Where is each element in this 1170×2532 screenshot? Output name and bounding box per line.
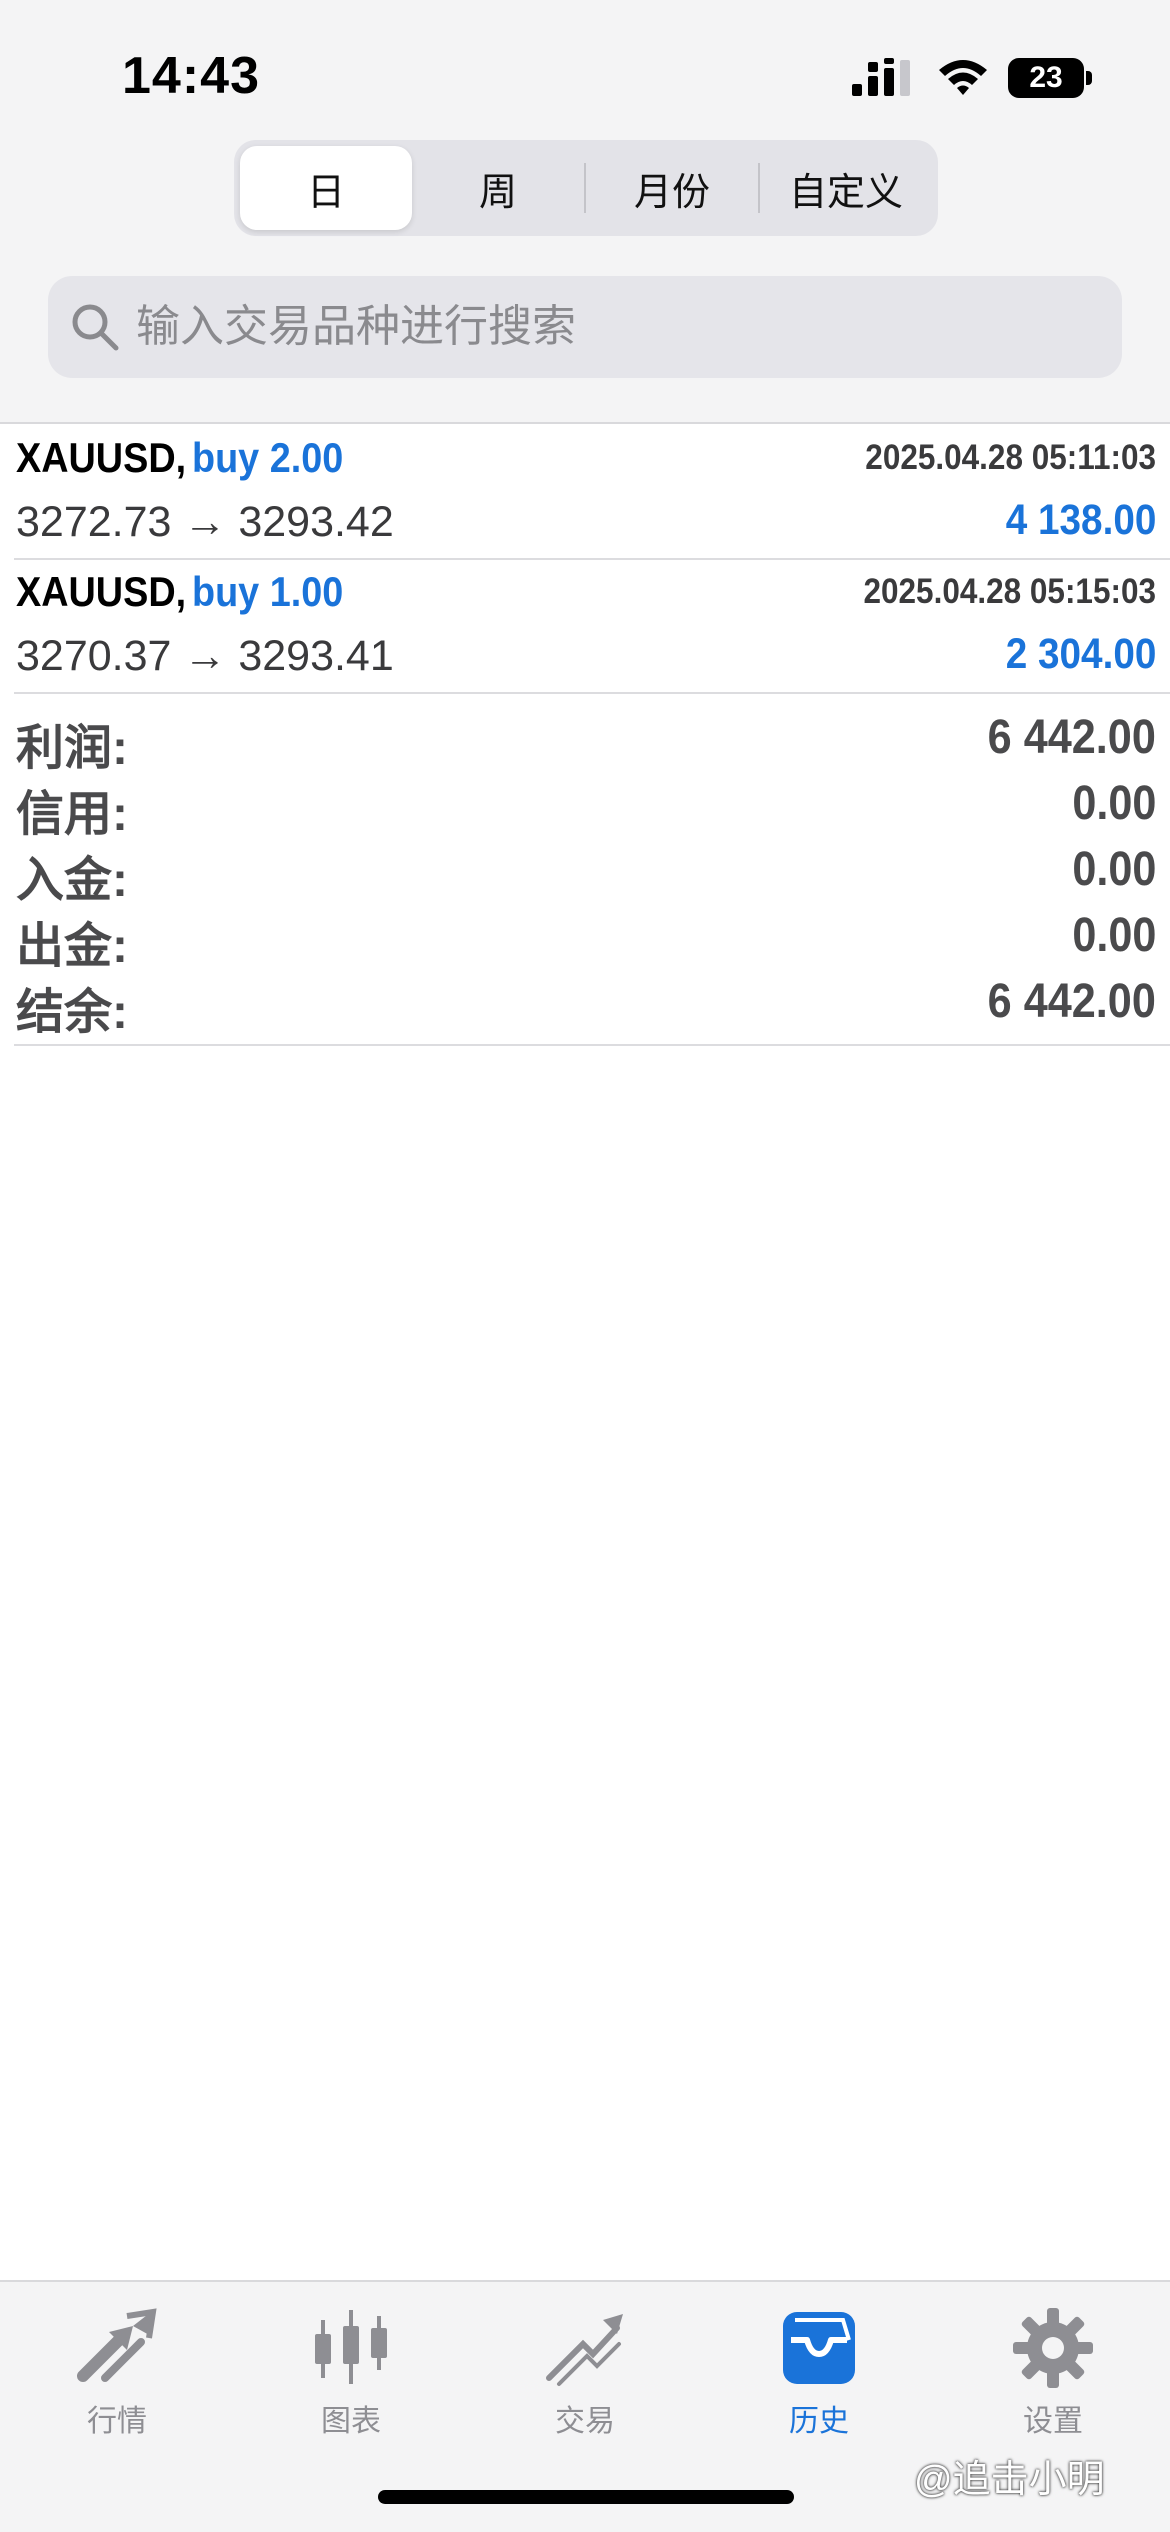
summary-label: 利润: <box>16 722 128 775</box>
period-tab-custom[interactable]: 自定义 <box>760 146 932 230</box>
tab-charts[interactable]: 图表 <box>234 2306 468 2446</box>
tab-label: 设置 <box>1023 2405 1083 2438</box>
tab-history[interactable]: 历史 <box>702 2306 936 2446</box>
summary-row-withdrawal: 出金: 0.00 <box>14 902 1170 973</box>
period-tab-month[interactable]: 月份 <box>586 146 758 230</box>
top-area: 14:43 23 日 周 月份 自定义 <box>0 0 1170 424</box>
deal-prices: 3270.37 → 3293.41 <box>16 632 394 680</box>
summary-row-credit: 信用: 0.00 <box>14 770 1170 841</box>
battery-indicator: 23 <box>1008 58 1092 98</box>
period-tab-day[interactable]: 日 <box>240 146 412 230</box>
home-indicator <box>378 2490 794 2504</box>
summary-label: 出金: <box>16 920 128 973</box>
summary-label: 入金: <box>16 854 128 907</box>
battery-cap <box>1086 71 1092 85</box>
search-input[interactable] <box>136 302 1036 352</box>
wifi-icon <box>939 60 987 95</box>
tab-quotes[interactable]: 行情 <box>0 2306 234 2446</box>
deal-row[interactable]: XAUUSD, buy 2.00 2025.04.28 05:11:03 327… <box>14 426 1170 560</box>
deal-time: 2025.04.28 05:15:03 <box>863 572 1157 611</box>
candlestick-chart-icon <box>315 2310 387 2384</box>
summary-value: 0.00 <box>1071 909 1156 962</box>
tab-label: 历史 <box>789 2405 849 2438</box>
period-tab-week[interactable]: 周 <box>412 146 584 230</box>
deal-profit: 4 138.00 <box>1005 496 1156 544</box>
search-icon <box>72 304 119 351</box>
status-bar: 14:43 23 <box>0 0 1170 140</box>
deal-prices: 3272.73 → 3293.42 <box>16 498 394 546</box>
deal-symbol: XAUUSD, <box>16 568 187 615</box>
search-bar[interactable] <box>48 276 1122 378</box>
summary-row-profit: 利润: 6 442.00 <box>14 704 1170 775</box>
tab-label: 交易 <box>555 2405 615 2438</box>
tab-settings[interactable]: 设置 <box>936 2306 1170 2446</box>
summary-value: 6 442.00 <box>987 711 1156 764</box>
battery-level: 23 <box>1008 58 1084 98</box>
summary-label: 信用: <box>16 788 128 841</box>
summary-row-deposit: 入金: 0.00 <box>14 836 1170 907</box>
history-inbox-icon <box>783 2312 855 2384</box>
quotes-arrows-icon <box>77 2308 157 2382</box>
deal-row[interactable]: XAUUSD, buy 1.00 2025.04.28 05:15:03 327… <box>14 560 1170 694</box>
tab-trade[interactable]: 交易 <box>468 2306 702 2446</box>
period-segmented-control: 日 周 月份 自定义 <box>234 140 938 236</box>
tab-label: 图表 <box>321 2405 381 2438</box>
cellular-signal-icon <box>852 58 910 96</box>
deal-action: buy 1.00 <box>192 568 344 615</box>
gear-icon <box>1013 2308 1093 2388</box>
summary-label: 结余: <box>16 986 128 1039</box>
summary-value: 0.00 <box>1071 843 1156 896</box>
deal-profit: 2 304.00 <box>1005 630 1156 678</box>
deal-action: buy 2.00 <box>192 434 344 481</box>
summary-value: 6 442.00 <box>987 975 1156 1028</box>
watermark: @追击小明 <box>914 2459 1105 2501</box>
status-time: 14:43 <box>122 47 260 105</box>
summary-value: 0.00 <box>1071 777 1156 830</box>
tab-label: 行情 <box>87 2405 147 2438</box>
deals-list: XAUUSD, buy 2.00 2025.04.28 05:11:03 327… <box>0 426 1170 694</box>
deal-time: 2025.04.28 05:11:03 <box>865 438 1156 477</box>
summary-section: 利润: 6 442.00 信用: 0.00 入金: 0.00 出金: 0.00 … <box>14 704 1170 1046</box>
deal-symbol: XAUUSD, <box>16 434 187 481</box>
trade-trend-icon <box>546 2314 623 2386</box>
summary-row-balance: 结余: 6 442.00 <box>14 968 1170 1039</box>
